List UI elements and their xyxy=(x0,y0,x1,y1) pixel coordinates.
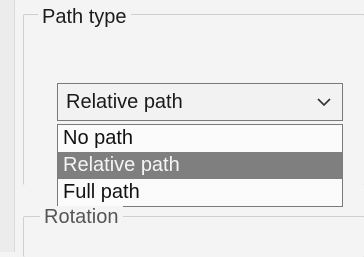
left-panel-edge xyxy=(0,0,15,252)
path-type-group-title: Path type xyxy=(38,6,131,28)
chevron-down-icon xyxy=(317,98,331,107)
option-full-path[interactable]: Full path xyxy=(58,179,342,206)
path-type-dropdown-list: No path Relative path Full path xyxy=(57,124,343,207)
option-no-path[interactable]: No path xyxy=(58,125,342,152)
option-relative-path[interactable]: Relative path xyxy=(58,152,342,179)
rotation-group-title: Rotation xyxy=(40,206,123,228)
path-type-select[interactable]: Relative path xyxy=(57,83,343,121)
path-type-select-value: Relative path xyxy=(66,91,183,113)
